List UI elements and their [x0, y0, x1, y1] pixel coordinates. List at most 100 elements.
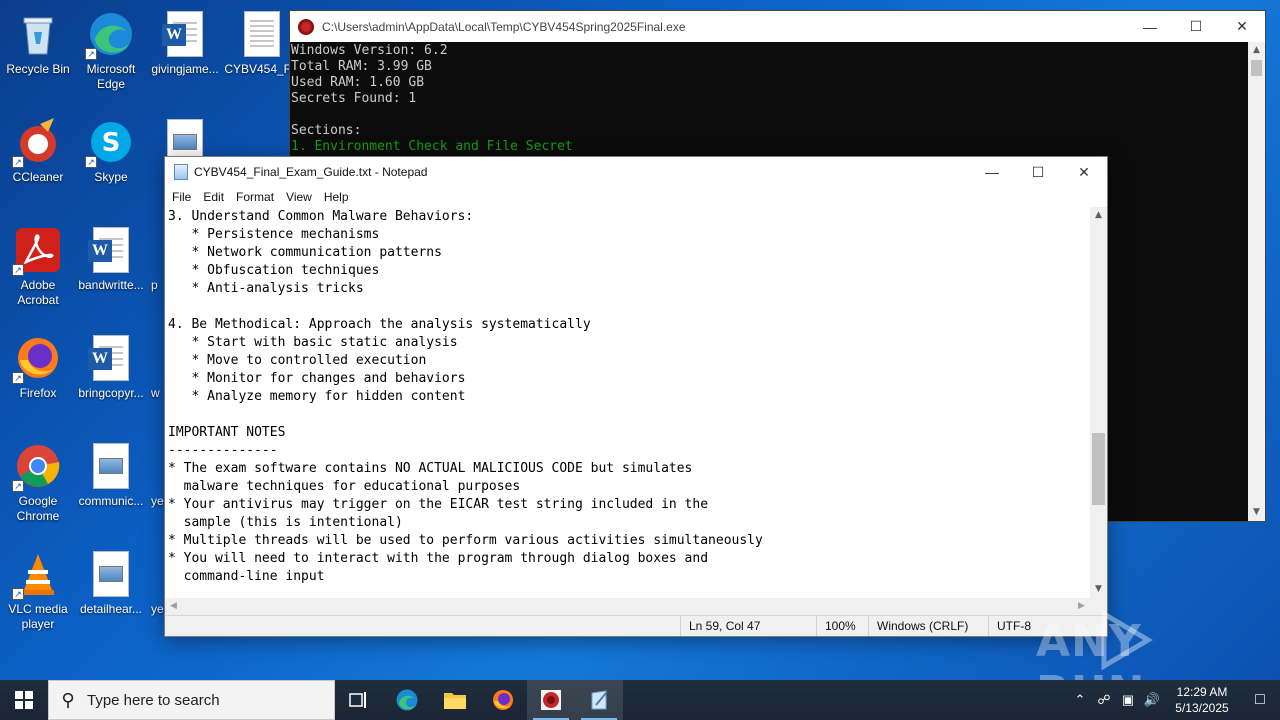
edge-icon [396, 689, 418, 711]
shortcut-arrow-icon: ↗ [12, 372, 24, 384]
desktop-icon-firefox[interactable]: ↗ Firefox [0, 330, 76, 430]
desktop-icon-vlc[interactable]: ↗ VLC media player [0, 546, 76, 646]
notepad-titlebar[interactable]: CYBV454_Final_Exam_Guide.txt - Notepad —… [165, 157, 1107, 187]
scroll-down-icon[interactable]: ▼ [1248, 504, 1265, 521]
notepad-icon [174, 164, 188, 180]
ccleaner-icon: ↗ [12, 118, 62, 168]
search-placeholder: Type here to search [87, 691, 220, 709]
scroll-left-icon[interactable]: ◀ [165, 598, 182, 615]
menu-format[interactable]: Format [230, 190, 280, 204]
console-scrollbar[interactable]: ▲ ▼ [1248, 42, 1265, 521]
clock-time: 12:29 AM [1176, 685, 1228, 699]
desktop-icon-bringcopyr[interactable]: W bringcopyr... [73, 330, 149, 430]
desktop-icon-bandwritte[interactable]: W bandwritte... [73, 222, 149, 322]
notepad-title: CYBV454_Final_Exam_Guide.txt - Notepad [194, 165, 428, 179]
console-highlight-line: 1. Environment Check and File Secret [291, 139, 573, 154]
malware-app-icon [298, 18, 314, 35]
scroll-up-icon[interactable]: ▲ [1090, 207, 1107, 224]
minimize-button[interactable]: — [969, 157, 1015, 187]
task-view-button[interactable] [335, 680, 383, 720]
shortcut-arrow-icon: ↗ [12, 480, 24, 492]
notepad-icon [591, 690, 607, 710]
maximize-button[interactable]: ☐ [1015, 157, 1061, 187]
cursor-position: Ln 59, Col 47 [680, 616, 816, 636]
zoom-level: 100% [816, 616, 868, 636]
menu-help[interactable]: Help [318, 190, 355, 204]
word-doc-icon: W [87, 334, 135, 382]
svg-text:S: S [102, 128, 121, 158]
clock[interactable]: 12:29 AM 5/13/2025 [1164, 684, 1240, 716]
menu-bar: File Edit Format View Help [165, 187, 1107, 207]
watermark-text: ANY RUN [1036, 616, 1144, 680]
line-ending: Windows (CRLF) [868, 616, 988, 636]
taskbar-firefox-button[interactable] [479, 680, 527, 720]
recycle-bin-icon [14, 10, 62, 58]
maximize-button[interactable]: ☐ [1173, 11, 1219, 42]
text-editor[interactable]: 3. Understand Common Malware Behaviors: … [165, 207, 1090, 598]
malware-app-icon [541, 690, 561, 710]
close-button[interactable]: ✕ [1061, 157, 1107, 187]
search-icon: ⚲ [61, 689, 75, 711]
task-view-icon [349, 692, 366, 708]
folder-icon [444, 693, 466, 709]
shortcut-arrow-icon: ↗ [85, 156, 97, 168]
system-tray: ⌃ ☍ ▣ 🔊 12:29 AM 5/13/2025 □ [1068, 680, 1280, 720]
notepad-window[interactable]: CYBV454_Final_Exam_Guide.txt - Notepad —… [164, 156, 1108, 637]
desktop-icon-recycle-bin[interactable]: Recycle Bin [0, 6, 76, 106]
menu-view[interactable]: View [280, 190, 318, 204]
shortcut-arrow-icon: ↗ [12, 588, 24, 600]
desktop-icon-microsoft-edge[interactable]: ↗ Microsoft Edge [73, 6, 149, 106]
minimize-button[interactable]: — [1127, 11, 1173, 42]
shortcut-arrow-icon: ↗ [12, 156, 24, 168]
firefox-icon [493, 690, 513, 710]
console-titlebar[interactable]: C:\Users\admin\AppData\Local\Temp\CYBV45… [290, 11, 1265, 42]
desktop-icon-adobe-acrobat[interactable]: ↗ Adobe Acrobat [0, 222, 76, 322]
taskbar-search-box[interactable]: ⚲ Type here to search [48, 680, 335, 720]
taskbar-exam-app-button[interactable] [527, 680, 575, 720]
clock-date: 5/13/2025 [1175, 701, 1229, 715]
anyrun-watermark: ANY RUN [1036, 608, 1236, 680]
scroll-down-icon[interactable]: ▼ [1090, 581, 1107, 598]
console-line: Used RAM: 1.60 GB [291, 75, 425, 90]
word-doc-icon: W [161, 10, 209, 58]
security-icon[interactable]: ☍ [1092, 692, 1116, 708]
image-file-icon [87, 550, 135, 598]
horizontal-scrollbar[interactable]: ◀ ▶ [165, 598, 1090, 615]
desktop-icon-detailhear[interactable]: detailhear... [73, 546, 149, 646]
chevron-up-icon[interactable]: ⌃ [1068, 692, 1092, 708]
vertical-scroll-thumb[interactable] [1092, 433, 1105, 505]
desktop-icon-ccleaner[interactable]: ↗ CCleaner [0, 114, 76, 214]
menu-file[interactable]: File [166, 190, 197, 204]
network-icon[interactable]: ▣ [1116, 692, 1140, 708]
desktop-icon-skype[interactable]: S ↗ Skype [73, 114, 149, 214]
shortcut-arrow-icon: ↗ [12, 264, 24, 276]
taskbar-edge-button[interactable] [383, 680, 431, 720]
console-scroll-thumb[interactable] [1251, 60, 1262, 76]
desktop: Recycle Bin ↗ CCleaner ↗ Adobe Acrobat ↗… [0, 0, 1280, 680]
text-file-icon [238, 10, 286, 58]
chrome-icon: ↗ [12, 442, 62, 492]
notification-icon[interactable]: □ [1240, 691, 1280, 709]
windows-logo-icon [15, 691, 33, 709]
volume-icon[interactable]: 🔊 [1140, 692, 1164, 708]
menu-edit[interactable]: Edit [197, 190, 230, 204]
taskbar-file-explorer-button[interactable] [431, 680, 479, 720]
desktop-icon-communic[interactable]: communic... [73, 438, 149, 538]
acrobat-icon: ↗ [12, 226, 62, 276]
console-line: Windows Version: 6.2 [291, 43, 448, 58]
desktop-icon-google-chrome[interactable]: ↗ Google Chrome [0, 438, 76, 538]
scroll-up-icon[interactable]: ▲ [1248, 42, 1265, 59]
word-doc-icon: W [87, 226, 135, 274]
shortcut-arrow-icon: ↗ [85, 48, 97, 60]
start-button[interactable] [0, 680, 48, 720]
taskbar-notepad-button[interactable] [575, 680, 623, 720]
skype-icon: S ↗ [85, 118, 135, 168]
console-line: Secrets Found: 1 [291, 91, 417, 106]
vertical-scrollbar[interactable]: ▲ ▼ [1090, 207, 1107, 598]
firefox-icon: ↗ [12, 334, 62, 384]
desktop-icon-givingjame[interactable]: W givingjame... [147, 6, 223, 106]
image-file-icon [87, 442, 135, 490]
close-button[interactable]: ✕ [1219, 11, 1265, 42]
vlc-icon: ↗ [12, 550, 62, 600]
